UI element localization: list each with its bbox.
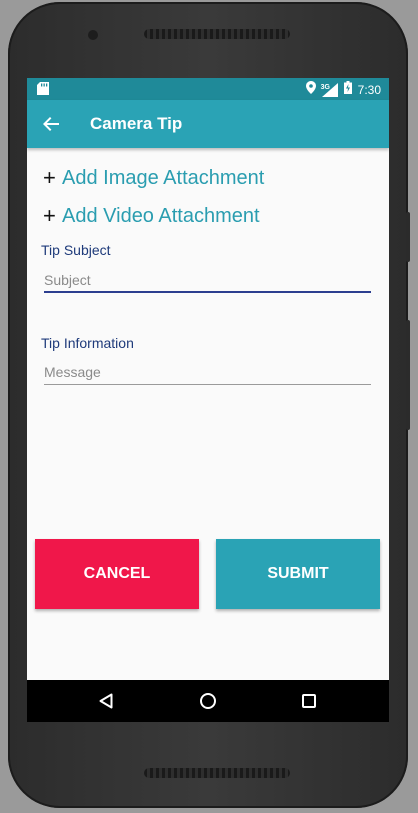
app-screen: 3G 7:30 Camera Tip + Add Image Attachmen… (27, 78, 389, 722)
app-bar: Camera Tip (27, 100, 389, 148)
add-image-attachment-label: Add Image Attachment (62, 167, 265, 189)
plus-icon: + (43, 165, 56, 190)
back-triangle-icon[interactable] (94, 689, 118, 713)
add-video-attachment-label: Add Video Attachment (62, 205, 260, 227)
message-input-underline (44, 384, 371, 385)
cancel-button[interactable]: CANCEL (35, 539, 199, 609)
volume-button (406, 320, 410, 430)
bottom-speaker (144, 768, 290, 778)
arrow-back-icon[interactable] (39, 112, 63, 136)
location-icon (305, 81, 316, 98)
system-navigation-bar (27, 680, 389, 722)
add-video-attachment-button[interactable]: + Add Video Attachment (43, 204, 260, 228)
tip-subject-label: Tip Subject (41, 242, 111, 258)
sd-card-icon (37, 82, 49, 95)
home-circle-icon[interactable] (196, 689, 220, 713)
network-type-label: 3G (320, 83, 330, 91)
subject-input-underline (44, 291, 371, 293)
recents-square-icon[interactable] (297, 689, 321, 713)
top-speaker (144, 29, 290, 39)
page-title: Camera Tip (90, 114, 183, 133)
front-camera (88, 30, 98, 40)
plus-icon: + (43, 203, 56, 228)
signal-icon: 3G (320, 82, 338, 97)
message-input[interactable] (44, 359, 370, 385)
tip-information-label: Tip Information (41, 335, 134, 351)
power-button (406, 212, 410, 262)
status-bar: 3G 7:30 (27, 78, 389, 100)
subject-input[interactable] (44, 267, 370, 293)
battery-icon (343, 81, 352, 98)
status-time: 7:30 (357, 82, 381, 97)
add-image-attachment-button[interactable]: + Add Image Attachment (43, 166, 264, 190)
submit-button[interactable]: SUBMIT (216, 539, 380, 609)
